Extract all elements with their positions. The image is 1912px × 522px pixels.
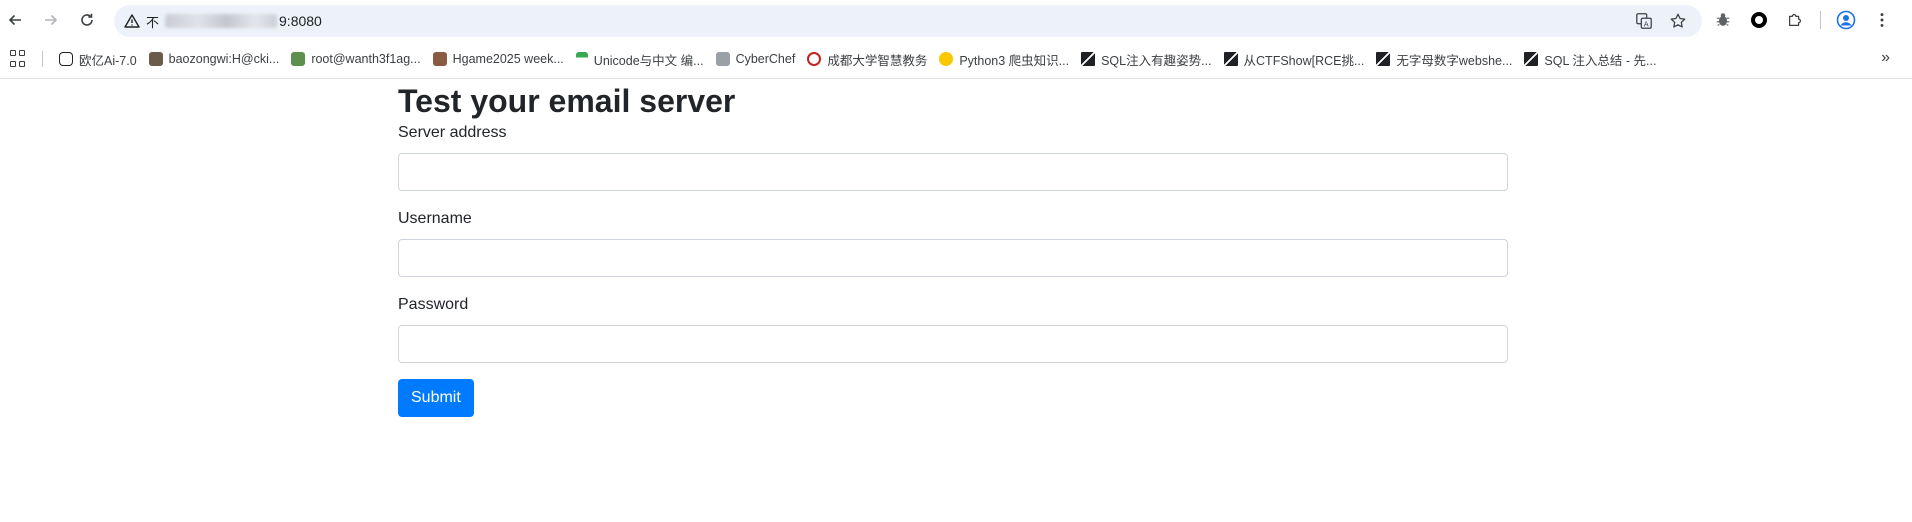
circle-extension-icon[interactable] — [1748, 9, 1770, 31]
arrow-right-icon — [45, 14, 58, 26]
submit-button[interactable]: Submit — [398, 379, 474, 417]
bookmark-star-icon[interactable] — [1668, 11, 1688, 31]
bookmark-item[interactable]: 从CTFShow[RCE挑... — [1220, 46, 1373, 72]
bookmark-label: root@wanth3f1ag... — [311, 52, 421, 66]
apps-grid-icon[interactable] — [10, 50, 28, 68]
browser-toolbar: 不 9:8080 A — [0, 0, 1912, 40]
bookmarks-separator — [42, 51, 43, 67]
university-seal-icon — [807, 52, 822, 66]
svg-text:A: A — [1644, 19, 1649, 28]
bookmarks-bar: 欧亿Ai-7.0 baozongwi:H@cki... root@wanth3f1a… — [0, 45, 1912, 73]
password-group: Password — [398, 293, 1508, 363]
bookmark-label: SQL注入有趣姿势... — [1101, 53, 1212, 68]
bookmark-label: Hgame2025 week... — [452, 52, 564, 66]
zhihu-slash-icon — [1376, 52, 1391, 66]
url-text: 9:8080 — [279, 13, 322, 29]
bookmark-label: CyberChef — [735, 52, 796, 66]
bookmark-label: 成都大学智慧教务 — [827, 53, 928, 68]
page-title: Test your email server — [398, 83, 736, 119]
chat-bubble-icon — [59, 52, 73, 66]
bookmark-label: 从CTFShow[RCE挑... — [1243, 53, 1365, 68]
bookmark-item[interactable]: SQL注入有趣姿势... — [1077, 46, 1219, 72]
plant-icon — [291, 52, 306, 66]
bookmark-item[interactable]: CyberChef — [712, 46, 804, 72]
server-address-group: Server address — [398, 121, 1508, 191]
zhihu-slash-icon — [1081, 52, 1096, 66]
bookmark-item[interactable]: 成都大学智慧教务 — [803, 46, 935, 72]
zhihu-slash-icon — [1223, 52, 1238, 66]
profile-avatar-icon[interactable] — [1835, 9, 1857, 31]
bug-extension-icon[interactable] — [1712, 9, 1734, 31]
tree-icon — [575, 52, 588, 66]
bookmark-label: Unicode与中文 编... — [593, 53, 704, 68]
bookmark-list: 欧亿Ai-7.0 baozongwi:H@cki... root@wanth3f1a… — [55, 46, 1664, 72]
extensions-puzzle-icon[interactable] — [1784, 9, 1806, 31]
person-icon — [432, 52, 447, 66]
bookmark-item[interactable]: SQL 注入总结 - 先... — [1520, 46, 1664, 72]
zhihu-slash-icon — [1524, 52, 1539, 66]
bookmark-label: SQL 注入总结 - 先... — [1544, 53, 1657, 68]
reload-icon — [81, 13, 93, 26]
username-input[interactable] — [398, 239, 1508, 277]
reload-button[interactable] — [72, 5, 102, 35]
bookmark-item[interactable]: baozongwi:H@cki... — [145, 46, 288, 72]
server-address-input[interactable] — [398, 153, 1508, 191]
bookmark-item[interactable]: 无字母数字webshe... — [1372, 46, 1520, 72]
back-button[interactable] — [0, 5, 30, 35]
toolbar-separator — [1820, 11, 1821, 29]
server-address-label: Server address — [398, 124, 507, 141]
username-group: Username — [398, 207, 1508, 277]
more-bookmarks-chevron-icon[interactable]: » — [1881, 49, 1890, 67]
biohazard-icon — [939, 52, 954, 66]
bookmark-label: 无字母数字webshe... — [1396, 53, 1513, 68]
password-label: Password — [398, 296, 469, 313]
bookmark-item[interactable]: Python3 爬虫知识... — [935, 46, 1077, 72]
redacted-host — [165, 14, 278, 28]
bookmark-label: Python3 爬虫知识... — [959, 53, 1070, 68]
bookmark-label: 欧亿Ai-7.0 — [79, 53, 137, 68]
username-label: Username — [398, 210, 472, 227]
bookmark-item[interactable]: Unicode与中文 编... — [572, 46, 712, 72]
bookmark-item[interactable]: 欧亿Ai-7.0 — [55, 46, 145, 72]
arrow-left-icon — [8, 14, 21, 26]
bookmark-item[interactable]: root@wanth3f1ag... — [287, 46, 428, 72]
translate-icon[interactable]: A — [1634, 11, 1654, 31]
browser-menu-icon[interactable] — [1871, 9, 1893, 31]
chef-hat-icon — [715, 52, 730, 66]
forward-button[interactable] — [36, 5, 66, 35]
password-input[interactable] — [398, 325, 1508, 363]
address-bar[interactable]: 不 9:8080 A — [114, 5, 1702, 37]
email-server-form: Server address Username Password Submit — [398, 121, 1508, 417]
not-secure-warning-icon[interactable] — [124, 13, 140, 29]
bookmark-label: baozongwi:H@cki... — [168, 52, 280, 66]
not-secure-label: 不 — [146, 14, 160, 30]
email-test-page: Test your email server Server address Us… — [398, 79, 1508, 417]
bookmark-item[interactable]: Hgame2025 week... — [429, 46, 572, 72]
avatar-photo-icon — [148, 52, 163, 66]
